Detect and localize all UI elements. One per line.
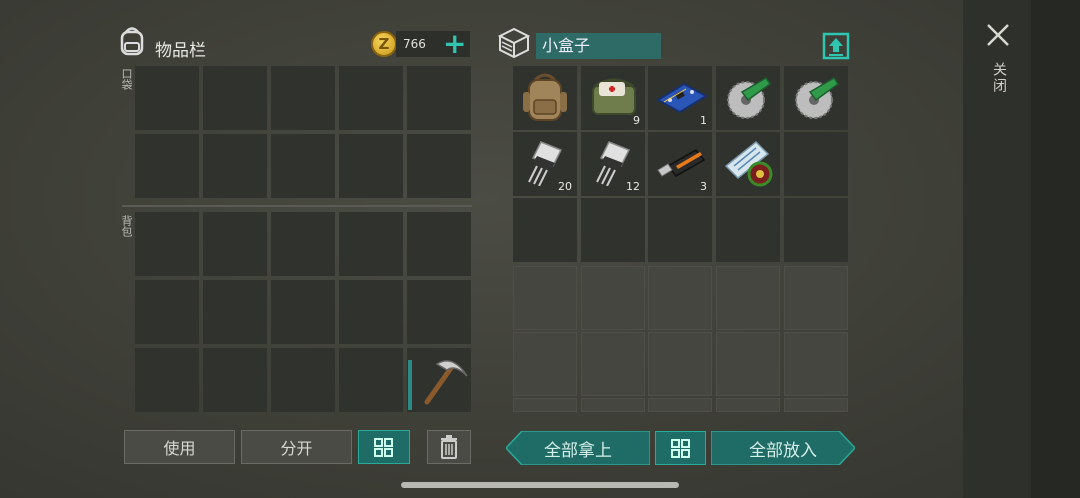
split-button[interactable]: 分开 <box>241 430 352 464</box>
sort-inventory-button[interactable] <box>358 430 410 464</box>
backpack-label: 背包 <box>120 215 133 237</box>
backpack-slot[interactable] <box>271 280 335 344</box>
backpack-slot[interactable] <box>203 280 267 344</box>
locked-slot <box>784 332 848 396</box>
locked-slot <box>648 398 712 412</box>
backpack-slot[interactable] <box>135 348 199 412</box>
pocket-slot[interactable] <box>339 134 403 198</box>
container-slot[interactable]: 9 <box>581 66 645 130</box>
upload-icon <box>822 32 850 60</box>
pickaxe-icon <box>424 360 468 405</box>
backpack-slot[interactable] <box>407 280 471 344</box>
backpack-icon <box>523 73 567 121</box>
backpack-icon <box>115 24 149 58</box>
locked-slot <box>581 332 645 396</box>
pocket-label: 口袋 <box>120 68 133 90</box>
backpack-slot-pickaxe[interactable] <box>407 348 471 412</box>
locked-slot <box>784 266 848 330</box>
item-count: 20 <box>558 180 572 193</box>
container-slot[interactable] <box>581 198 645 262</box>
locked-slot <box>716 332 780 396</box>
locked-slot <box>513 398 577 412</box>
durability-bar <box>408 360 412 410</box>
pocket-slot[interactable] <box>135 134 199 198</box>
coin-icon: Z <box>371 31 397 57</box>
backpack-slot[interactable] <box>339 212 403 276</box>
transistor-icon <box>528 141 563 186</box>
container-slot[interactable] <box>513 198 577 262</box>
locked-slot <box>513 332 577 396</box>
sort-container-button[interactable] <box>655 431 706 465</box>
put-all-label: 全部放入 <box>749 440 817 461</box>
container-slot[interactable]: 20 <box>513 132 577 196</box>
put-all-button[interactable]: 全部放入 <box>711 431 855 465</box>
sort-grid-icon <box>670 439 690 458</box>
container-slot[interactable] <box>784 66 848 130</box>
container-slot[interactable] <box>784 132 848 196</box>
usb-drive-icon <box>657 149 706 177</box>
container-slot[interactable] <box>513 66 577 130</box>
pocket-slot[interactable] <box>407 134 471 198</box>
use-button[interactable]: 使用 <box>124 430 235 464</box>
locked-slot <box>784 398 848 412</box>
blueprint-icon <box>724 140 773 187</box>
upload-button[interactable] <box>822 32 850 60</box>
pocket-slot[interactable] <box>271 66 335 130</box>
item-count: 12 <box>626 180 640 193</box>
item-count: 9 <box>633 114 640 127</box>
pocket-slot[interactable] <box>203 66 267 130</box>
locked-slot <box>581 266 645 330</box>
backpack-slot[interactable] <box>135 212 199 276</box>
locked-slot <box>513 266 577 330</box>
coin-balance: 766 <box>403 37 426 51</box>
backpack-slot[interactable] <box>203 348 267 412</box>
close-button[interactable] <box>985 22 1011 48</box>
circuit-board-icon <box>656 82 708 114</box>
close-label[interactable]: 关闭 <box>989 62 1009 94</box>
locked-slot <box>648 266 712 330</box>
take-all-label: 全部拿上 <box>544 440 612 461</box>
add-coins-button[interactable]: + <box>443 30 466 58</box>
item-count: 3 <box>700 180 707 193</box>
backpack-slot[interactable] <box>271 212 335 276</box>
container-slot[interactable] <box>784 198 848 262</box>
transistor-icon <box>596 141 631 186</box>
locked-slot <box>581 398 645 412</box>
backpack-slot[interactable] <box>203 212 267 276</box>
container-slot[interactable] <box>716 66 780 130</box>
backpack-slot[interactable] <box>339 280 403 344</box>
locked-slot <box>648 332 712 396</box>
box-icon <box>496 26 532 60</box>
pocket-slot[interactable] <box>203 134 267 198</box>
locked-slot <box>716 398 780 412</box>
backpack-slot[interactable] <box>135 280 199 344</box>
container-slot[interactable] <box>716 132 780 196</box>
section-divider <box>122 205 472 207</box>
container-slot[interactable] <box>648 198 712 262</box>
container-slot[interactable] <box>716 198 780 262</box>
sort-grid-icon <box>374 438 393 457</box>
backpack-slot[interactable] <box>339 348 403 412</box>
trash-button[interactable] <box>427 430 471 464</box>
container-slot[interactable]: 1 <box>648 66 712 130</box>
trash-icon <box>441 435 457 459</box>
take-all-button[interactable]: 全部拿上 <box>506 431 650 465</box>
backpack-slot[interactable] <box>271 348 335 412</box>
saw-blade-icon <box>727 76 772 119</box>
close-icon <box>987 24 1009 46</box>
home-indicator[interactable] <box>401 482 679 488</box>
container-slot[interactable]: 12 <box>581 132 645 196</box>
pocket-slot[interactable] <box>271 134 335 198</box>
pocket-slot[interactable] <box>339 66 403 130</box>
right-panel <box>963 0 1080 498</box>
pocket-slot[interactable] <box>135 66 199 130</box>
container-slot[interactable]: 3 <box>648 132 712 196</box>
saw-blade-icon <box>795 76 840 119</box>
pocket-slot[interactable] <box>407 66 471 130</box>
container-name[interactable]: 小盒子 <box>536 33 661 59</box>
item-count: 1 <box>700 114 707 127</box>
backpack-slot[interactable] <box>407 212 471 276</box>
locked-slot <box>716 266 780 330</box>
inventory-title: 物品栏 <box>155 41 206 61</box>
